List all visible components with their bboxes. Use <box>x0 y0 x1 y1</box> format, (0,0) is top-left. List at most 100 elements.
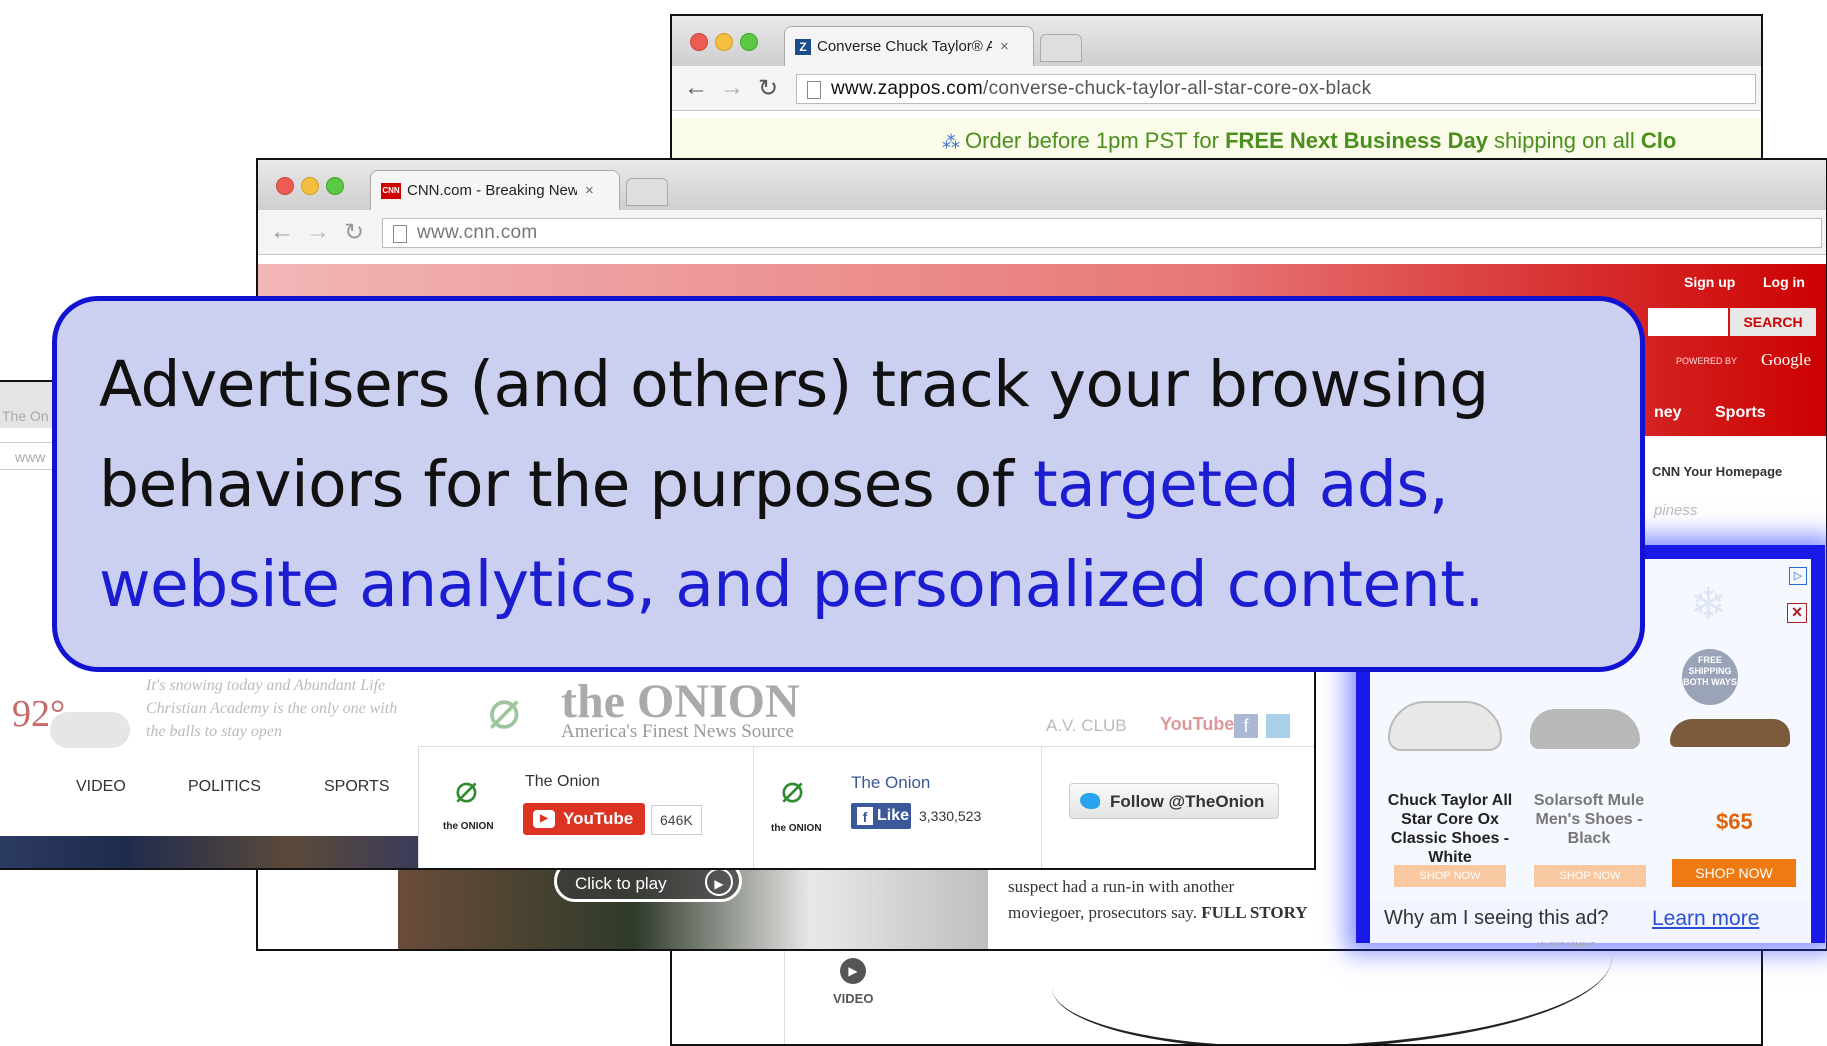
new-tab-button[interactable] <box>1040 34 1082 62</box>
facebook-mini-icon[interactable]: f <box>1234 714 1258 738</box>
banner-bold-text: FREE Next Business Day <box>1225 128 1488 153</box>
fb-page-name[interactable]: The Onion <box>851 773 930 793</box>
fb-count: 3,330,523 <box>919 808 982 824</box>
banner-tail: Clo <box>1640 128 1677 153</box>
zoom-window-button[interactable] <box>740 33 758 51</box>
nav-video[interactable]: VIDEO <box>76 778 126 796</box>
product-black-mule[interactable] <box>1530 709 1640 749</box>
tab-cnn[interactable]: CNN CNN.com - Breaking News × <box>370 170 620 210</box>
twitter-follow-button[interactable]: Follow @TheOnion <box>1069 783 1279 819</box>
nav-sports[interactable]: Sports <box>1715 404 1766 422</box>
divider <box>1041 747 1042 868</box>
reload-icon[interactable]: ↻ <box>344 218 364 247</box>
product-3-shop-button[interactable]: SHOP NOW <box>1672 859 1796 887</box>
callout-text: Advertisers (and others) track your brow… <box>99 335 1619 635</box>
callout-line-2-blue: targeted ads, <box>1032 448 1449 521</box>
why-seeing-ad-text: Why am I seeing this ad? <box>1384 907 1609 929</box>
onion-url-fragment: www <box>15 449 46 465</box>
fb-like-label: Like <box>877 807 910 824</box>
back-arrow-icon[interactable]: ← <box>270 218 294 246</box>
onion-logo-icon: ⌀ <box>488 680 521 740</box>
onion-tab-fragment[interactable]: The On <box>2 408 49 424</box>
social-bar: ⌀ the ONION The Onion ▶ YouTube 646K ⌀ t… <box>418 746 1314 868</box>
reload-icon[interactable]: ↻ <box>758 74 778 103</box>
learn-more-link[interactable]: Learn more <box>1652 907 1759 931</box>
product-white-shoe[interactable] <box>1388 701 1502 751</box>
log-in-link[interactable]: Log in <box>1763 274 1805 290</box>
cnn-nav-bar: ← → ↻ www.cnn.com <box>258 210 1826 255</box>
url-domain: www.zappos.com <box>831 78 984 99</box>
zoom-window-button[interactable] <box>326 177 344 195</box>
product-1-name[interactable]: Chuck Taylor All Star Core Ox Classic Sh… <box>1386 791 1514 867</box>
forward-arrow-icon[interactable]: → <box>720 74 744 102</box>
click-to-play-label: Click to play <box>575 874 667 893</box>
weather-blurb: It's snowing today and Abundant Life Chr… <box>146 677 398 740</box>
product-2-name[interactable]: Solarsoft Mule Men's Shoes - Black <box>1520 791 1658 848</box>
onion-small-logo-icon: ⌀ <box>455 769 478 811</box>
weather-cloud-icon <box>50 712 130 748</box>
tab-zappos[interactable]: Z Converse Chuck Taylor® A × <box>784 26 1034 66</box>
youtube-subscribe-button[interactable]: ▶ YouTube <box>523 803 645 835</box>
video-label: VIDEO <box>833 991 874 1006</box>
callout-line-2-black: behaviors for the purposes of <box>99 448 1033 521</box>
page-icon <box>393 225 407 243</box>
address-bar[interactable]: www.cnn.com <box>382 218 1822 248</box>
zappos-favicon-icon: Z <box>795 38 811 55</box>
adchoices-icon[interactable]: ▷ <box>1789 567 1807 585</box>
url-text: www.cnn.com <box>417 222 538 243</box>
ad-close-icon[interactable]: × <box>1787 603 1807 623</box>
minimize-window-button[interactable] <box>301 177 319 195</box>
ad-footer: Why am I seeing this ad? Learn more <box>1370 899 1811 943</box>
address-bar[interactable]: www.zappos.com/converse-chuck-taylor-all… <box>796 74 1756 104</box>
twitter-mini-icon[interactable] <box>1266 714 1290 738</box>
tab-title: CNN.com - Breaking News <box>407 182 577 199</box>
product-sandal[interactable] <box>1670 719 1790 747</box>
search-box[interactable] <box>1648 308 1728 336</box>
av-club-link[interactable]: A.V. CLUB <box>1046 716 1127 736</box>
youtube-count: 646K <box>651 805 702 835</box>
product-1-shop-button[interactable]: SHOP NOW <box>1394 865 1506 887</box>
tab-close-icon[interactable]: × <box>1000 38 1009 55</box>
sparkle-icon: ⁂ <box>942 132 966 152</box>
free-shipping-badge: FREE SHIPPING BOTH WAYS <box>1682 649 1738 705</box>
callout-line-3: website analytics, and personalized cont… <box>99 548 1484 621</box>
powered-by-label: POWERED BY <box>1676 356 1738 366</box>
youtube-page-name[interactable]: The Onion <box>525 773 600 791</box>
video-play-icon[interactable]: ▶ <box>840 958 866 984</box>
product-2-shop-button[interactable]: SHOP NOW <box>1534 865 1646 887</box>
cnn-favicon-icon: CNN <box>381 182 401 199</box>
happiness-fragment: piness <box>1654 502 1698 519</box>
onion-small-label: the ONION <box>443 821 494 832</box>
your-homepage-label[interactable]: CNN Your Homepage <box>1652 464 1782 479</box>
forward-arrow-icon[interactable]: → <box>306 218 330 246</box>
onion-nav: VIDEO POLITICS SPORTS <box>0 766 418 806</box>
nav-politics[interactable]: POLITICS <box>188 778 261 796</box>
nav-sports[interactable]: SPORTS <box>324 778 390 796</box>
callout-line-2: behaviors for the purposes of targeted a… <box>99 435 1619 535</box>
twitter-bird-icon <box>1080 793 1100 809</box>
full-story-link[interactable]: FULL STORY <box>1201 903 1307 922</box>
callout-box: Advertisers (and others) track your brow… <box>52 296 1645 672</box>
youtube-button-label: YouTube <box>563 809 634 828</box>
sign-up-link[interactable]: Sign up <box>1684 274 1735 290</box>
google-logo: Google <box>1761 350 1812 369</box>
banner-suffix: shipping on all <box>1487 128 1641 153</box>
url-path: /converse-chuck-taylor-all-star-core-ox-… <box>983 78 1372 99</box>
play-icon: ▶ <box>705 868 733 896</box>
close-window-button[interactable] <box>276 177 294 195</box>
callout-line-1: Advertisers (and others) track your brow… <box>99 348 1489 421</box>
zappos-nav-bar: ← → ↻ www.zappos.com/converse-chuck-tayl… <box>672 66 1761 111</box>
back-arrow-icon[interactable]: ← <box>684 74 708 102</box>
minimize-window-button[interactable] <box>715 33 733 51</box>
tab-close-icon[interactable]: × <box>585 182 594 199</box>
facebook-icon: f <box>857 807 873 825</box>
close-window-button[interactable] <box>690 33 708 51</box>
fb-like-button[interactable]: f Like <box>851 803 911 829</box>
nav-money-fragment[interactable]: ney <box>1654 404 1682 422</box>
new-tab-button[interactable] <box>626 178 668 206</box>
divider <box>753 747 754 868</box>
tab-title: Converse Chuck Taylor® A <box>817 38 992 55</box>
onion-address-bar[interactable]: www <box>0 442 58 470</box>
search-button[interactable]: SEARCH <box>1730 308 1816 336</box>
youtube-mini-link[interactable]: YouTube <box>1160 714 1234 735</box>
